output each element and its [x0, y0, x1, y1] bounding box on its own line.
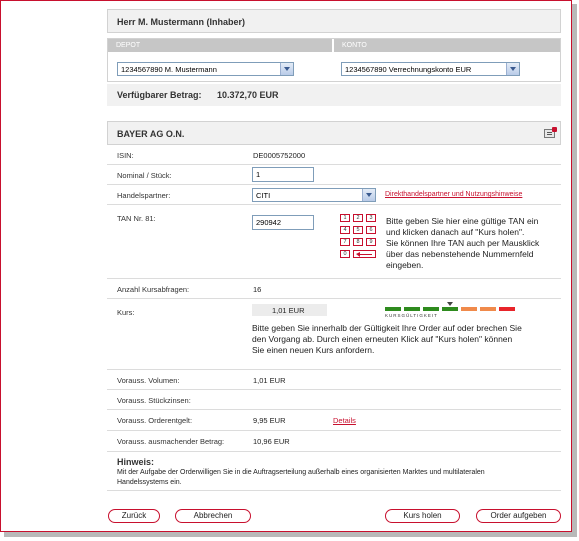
owner-panel: Herr M. Mustermann (Inhaber) [107, 9, 561, 33]
queries-label: Anzahl Kursabfragen: [117, 285, 190, 294]
tan-keypad: 1 2 3 4 5 6 7 8 9 0 [340, 214, 380, 262]
nominal-input[interactable]: 1 [252, 167, 314, 182]
queries-value: 16 [253, 285, 262, 294]
keypad-key-7[interactable]: 7 [340, 238, 350, 246]
security-title: BAYER AG O.N. [117, 129, 185, 139]
note-text: Mit der Aufgabe der Orderwilligen Sie in… [117, 468, 557, 488]
total-row: Vorauss. ausmachender Betrag: 10,96 EUR [107, 431, 561, 452]
queries-row: Anzahl Kursabfragen: 16 [107, 279, 561, 299]
keypad-key-5[interactable]: 5 [353, 226, 363, 234]
keypad-key-2[interactable]: 2 [353, 214, 363, 222]
partner-row: Handelspartner: CITI Direkthandelspartne… [107, 185, 561, 205]
kurs-row: Kurs: 1,01 EUR KURSGÜLTIGKEIT Bitte gebe… [107, 299, 561, 370]
validity-segment [480, 307, 496, 311]
tan-hint-line: über das nebenstehende Nummernfeld [386, 249, 534, 259]
validity-segment [385, 307, 401, 311]
tan-row: TAN Nr. 81: 290942 1 2 3 4 5 6 7 8 9 0 B… [107, 205, 561, 279]
isin-value: DE0005752000 [253, 151, 306, 160]
cancel-button[interactable]: Abbrechen [175, 509, 251, 523]
fee-details-link[interactable]: Details [333, 416, 356, 425]
backspace-icon[interactable] [353, 250, 376, 258]
kurs-label: Kurs: [117, 308, 135, 317]
export-icon[interactable] [544, 127, 557, 138]
validity-pointer-icon [447, 302, 453, 306]
keypad-key-0[interactable]: 0 [340, 250, 350, 258]
total-value: 10,96 EUR [253, 437, 290, 446]
fee-value: 9,95 EUR [253, 416, 286, 425]
isin-row: ISIN: DE0005752000 [107, 145, 561, 165]
fee-row: Vorauss. Orderentgelt: 9,95 EUR Details [107, 410, 561, 431]
tan-hint: Bitte geben Sie hier eine gültige TAN ei… [386, 216, 561, 271]
keypad-key-4[interactable]: 4 [340, 226, 350, 234]
validity-meter: KURSGÜLTIGKEIT [385, 302, 521, 321]
partner-label: Handelspartner: [117, 191, 171, 200]
validity-segment [404, 307, 420, 311]
nominal-label: Nominal / Stück: [117, 171, 172, 180]
available-row: Verfügbarer Betrag: 10.372,70 EUR [107, 84, 561, 106]
partner-select[interactable]: CITI [252, 188, 376, 202]
note-text-line: Mit der Aufgabe der Orderwilligen Sie in… [117, 469, 485, 476]
tan-input[interactable]: 290942 [252, 215, 314, 230]
keypad-key-6[interactable]: 6 [366, 226, 376, 234]
validity-segment [461, 307, 477, 311]
interest-row: Vorauss. Stückzinsen: [107, 390, 561, 410]
window-shadow-bottom [4, 532, 577, 537]
depot-label: DEPOT [116, 42, 141, 49]
kurs-hint-line: Sie einen neuen Kurs anfordern. [252, 345, 375, 355]
validity-segment [442, 307, 458, 311]
konto-label: KONTO [342, 42, 367, 49]
note-text-line: Handelssystems ein. [117, 479, 182, 486]
keypad-key-3[interactable]: 3 [366, 214, 376, 222]
tan-hint-line: eingeben. [386, 260, 424, 270]
chevron-down-icon[interactable] [362, 189, 375, 201]
chevron-down-icon[interactable] [280, 63, 293, 75]
volume-label: Vorauss. Volumen: [117, 376, 180, 385]
keypad-key-9[interactable]: 9 [366, 238, 376, 246]
tan-label: TAN Nr. 81: [117, 214, 156, 223]
depot-header: DEPOT [108, 39, 333, 52]
keypad-key-1[interactable]: 1 [340, 214, 350, 222]
depot-select-value: 1234567890 M. Mustermann [121, 65, 217, 74]
validity-label: KURSGÜLTIGKEIT [385, 313, 438, 318]
get-quote-button[interactable]: Kurs holen [385, 509, 460, 523]
total-label: Vorauss. ausmachender Betrag: [117, 437, 225, 446]
interest-label: Vorauss. Stückzinsen: [117, 396, 191, 405]
validity-segment [423, 307, 439, 311]
volume-value: 1,01 EUR [253, 376, 286, 385]
keypad-key-8[interactable]: 8 [353, 238, 363, 246]
note-panel: Hinweis: Mit der Aufgabe der Orderwillig… [107, 455, 561, 491]
note-title: Hinweis: [117, 457, 155, 467]
depot-select[interactable]: 1234567890 M. Mustermann [117, 62, 294, 76]
kurs-hint-line: Bitte geben Sie innerhalb der Gültigkeit… [252, 323, 522, 333]
isin-label: ISIN: [117, 151, 134, 160]
partner-info-link[interactable]: Direkthandelspartner und Nutzungshinweis… [385, 191, 522, 198]
chevron-down-icon[interactable] [506, 63, 519, 75]
volume-row: Vorauss. Volumen: 1,01 EUR [107, 370, 561, 390]
security-header: BAYER AG O.N. [107, 121, 561, 145]
tan-hint-line: Bitte geben Sie hier eine gültige TAN ei… [386, 216, 539, 226]
account-panel: DEPOT KONTO 1234567890 M. Mustermann 123… [107, 38, 561, 82]
validity-segment [499, 307, 515, 311]
available-label: Verfügbarer Betrag: [117, 90, 202, 100]
place-order-button[interactable]: Order aufgeben [476, 509, 561, 523]
fee-label: Vorauss. Orderentgelt: [117, 416, 193, 425]
available-value: 10.372,70 EUR [217, 90, 279, 100]
partner-select-value: CITI [256, 191, 271, 200]
kurs-hint-line: den Vorgang ab. Durch einen erneuten Kli… [252, 334, 513, 344]
kurs-hint: Bitte geben Sie innerhalb der Gültigkeit… [252, 323, 557, 356]
owner-title: Herr M. Mustermann (Inhaber) [117, 17, 246, 27]
window-shadow [572, 4, 577, 536]
kurs-value: 1,01 EUR [272, 306, 305, 315]
kurs-value-box: 1,01 EUR [252, 304, 327, 316]
konto-select[interactable]: 1234567890 Verrechnungskonto EUR [341, 62, 520, 76]
tan-hint-line: Sie können Ihre TAN auch per Mausklick [386, 238, 540, 248]
back-button[interactable]: Zurück [108, 509, 160, 523]
nominal-row: Nominal / Stück: 1 [107, 165, 561, 185]
konto-select-value: 1234567890 Verrechnungskonto EUR [345, 65, 472, 74]
konto-header: KONTO [334, 39, 560, 52]
tan-hint-line: und klicken danach auf "Kurs holen". [386, 227, 525, 237]
